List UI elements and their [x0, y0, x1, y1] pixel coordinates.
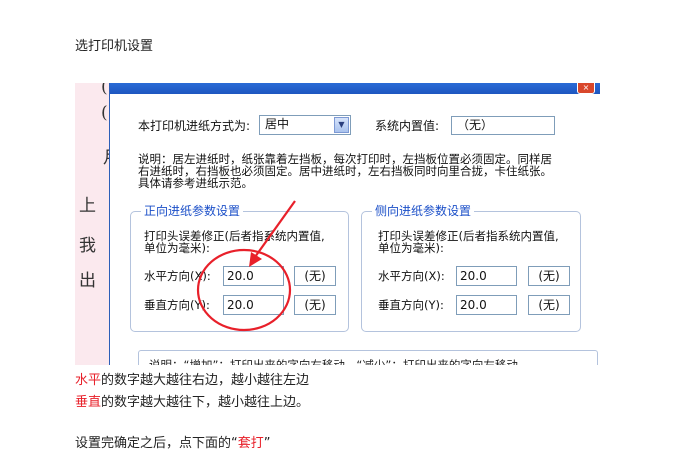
doc-heading: 选打印机设置: [75, 39, 154, 54]
annotation-circle: [196, 248, 292, 332]
embedded-screenshot: ( ( 月 上 我 出 × 本打印机进纸方式为: 居中 ▼ 系统内置值: （无）…: [75, 83, 600, 365]
highlight-vertical: 垂直: [75, 395, 102, 410]
doc-line-vertical-text: 的数字越大越往下，越小越往上边。: [101, 395, 310, 410]
doc-line-confirm-pre: 设置完确定之后，点下面的“: [75, 436, 238, 451]
annotation-arrowhead: [249, 252, 262, 267]
doc-line-horizontal: 水平的数字越大越往右边，越小越往左边: [75, 373, 309, 389]
highlight-horizontal: 水平: [75, 373, 102, 388]
annotation-arrow-shaft: [254, 200, 296, 258]
doc-line-confirm: 设置完确定之后，点下面的“套打”: [75, 436, 271, 452]
doc-line-horizontal-text: 的数字越大越往右边，越小越往左边: [101, 373, 310, 388]
doc-line-confirm-post: ”: [263, 436, 271, 451]
doc-line-vertical: 垂直的数字越大越往下，越小越往上边。: [75, 395, 309, 411]
highlight-print-overlay: 套打: [237, 436, 264, 451]
annotation-overlay: [196, 200, 296, 332]
